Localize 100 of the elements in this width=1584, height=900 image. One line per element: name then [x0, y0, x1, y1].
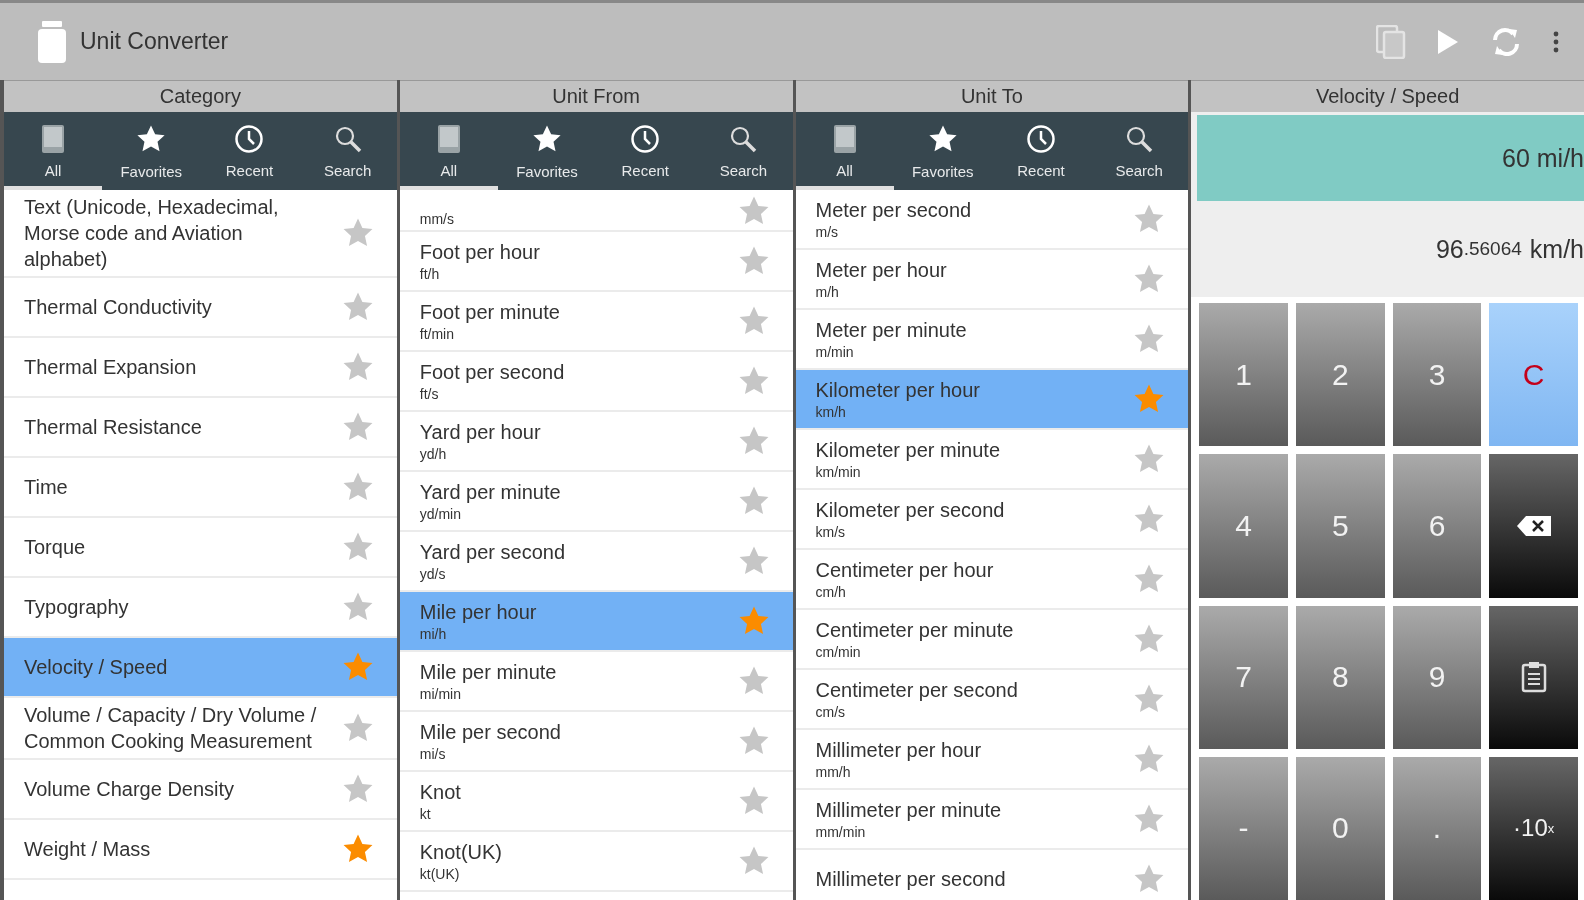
filter-tab[interactable]: Favorites: [893, 112, 992, 190]
unit-symbol: cm/s: [815, 703, 847, 721]
unit-symbol: mi/s: [419, 745, 447, 763]
list-item[interactable]: Knot(UK) kt(UK): [399, 832, 793, 892]
refresh-icon[interactable]: [1490, 25, 1522, 58]
unit-symbol: cm/h: [815, 583, 847, 601]
list-item[interactable]: Yard per hour yd/h: [399, 412, 793, 472]
unit-symbol: kt(UK): [419, 865, 461, 883]
list-item[interactable]: Meter per hour m/h: [795, 250, 1189, 310]
column-header: Unit From: [399, 80, 793, 112]
list-item[interactable]: Centimeter per minute cm/min: [795, 610, 1189, 670]
unit-symbol: km/h: [815, 403, 847, 421]
item-name: Centimeter per minute: [815, 618, 1015, 643]
filter-tab[interactable]: Search: [298, 112, 397, 190]
list-item[interactable]: Kilometer per hour km/h: [795, 370, 1189, 430]
keypad-key[interactable]: .: [1392, 756, 1482, 900]
item-name: Foot per minute: [419, 300, 561, 325]
filter-tab[interactable]: Search: [694, 112, 793, 190]
item-name: Yard per second: [419, 540, 567, 565]
item-name: Thermal Conductivity: [24, 295, 213, 320]
unit-symbol: km/s: [815, 523, 847, 541]
copy-icon[interactable]: [1376, 24, 1406, 59]
column-header: Unit To: [795, 80, 1189, 112]
filter-tab[interactable]: Recent: [991, 112, 1091, 190]
list-item[interactable]: Velocity / Speed: [4, 638, 397, 698]
list-item[interactable]: Mile per second mi/s: [399, 712, 793, 772]
unit-symbol: mm/s: [419, 210, 455, 228]
list-item[interactable]: Text (Unicode, Hexadecimal, Morse code and Aviation alphabet): [4, 190, 397, 278]
list-item[interactable]: Thermal Resistance: [4, 398, 397, 458]
item-name: Yard per hour: [419, 420, 542, 445]
item-name: Meter per second: [815, 198, 973, 223]
item-name: Knot: [419, 780, 462, 805]
list-item[interactable]: Mile per hour mi/h: [399, 592, 793, 652]
column-header: Velocity / Speed: [1191, 80, 1584, 112]
play-icon[interactable]: [1436, 27, 1460, 56]
filter-tab[interactable]: Recent: [596, 112, 695, 190]
unit-symbol: yd/h: [419, 445, 448, 463]
overflow-menu-icon[interactable]: [1552, 29, 1560, 54]
unit-symbol: mi/min: [419, 685, 462, 703]
list-item[interactable]: Kilometer per minute km/min: [795, 430, 1189, 490]
list-item[interactable]: Yard per minute yd/min: [399, 472, 793, 532]
unit-symbol: m/s: [815, 223, 840, 241]
item-name: Foot per hour: [419, 240, 541, 265]
item-name: Torque: [24, 535, 87, 560]
list-item[interactable]: Millimeter per second: [795, 850, 1189, 900]
filter-tab[interactable]: All: [795, 112, 894, 190]
unit-symbol: yd/s: [419, 565, 447, 583]
item-name: Millimeter per hour: [815, 738, 983, 763]
app-title: Unit Converter: [80, 28, 229, 55]
item-name: Thermal Expansion: [24, 355, 198, 380]
keypad-key[interactable]: 1: [1199, 303, 1288, 447]
backspace-icon: [1515, 514, 1552, 537]
item-name: Mile per minute: [419, 660, 558, 685]
list-item[interactable]: Mile per minute mi/min: [399, 652, 793, 712]
keypad-key[interactable]: ·10$^{x}$: [1489, 756, 1578, 900]
list-item[interactable]: mm/s: [399, 190, 793, 232]
filter-tab[interactable]: Favorites: [102, 112, 201, 190]
item-name: Mile per hour: [419, 600, 538, 625]
list-item[interactable]: Millimeter per hour mm/h: [795, 730, 1189, 790]
list-item[interactable]: Centimeter per hour cm/h: [795, 550, 1189, 610]
unit-symbol: ft/h: [419, 265, 441, 283]
list-item[interactable]: Time: [4, 458, 397, 518]
list-item[interactable]: Meter per second m/s: [795, 190, 1189, 250]
list-item[interactable]: Thermal Expansion: [4, 338, 397, 398]
item-name: Kilometer per minute: [815, 438, 1002, 463]
item-name: Weight / Mass: [24, 837, 152, 862]
list-item[interactable]: Kilometer per second km/s: [795, 490, 1189, 550]
filter-tab[interactable]: Search: [1090, 112, 1189, 190]
unit-symbol: kt: [419, 805, 432, 823]
unit-symbol: cm/min: [815, 643, 862, 661]
unit-symbol: ft/s: [419, 385, 440, 403]
list-item[interactable]: Foot per second ft/s: [399, 352, 793, 412]
item-name: Volume Charge Density: [24, 777, 236, 802]
item-name: Kilometer per second: [815, 498, 1006, 523]
filter-tab[interactable]: Favorites: [497, 112, 597, 190]
filter-tab[interactable]: Recent: [200, 112, 299, 190]
clock-icon: [630, 123, 661, 154]
list-item[interactable]: Torque: [4, 518, 397, 578]
item-name: Typography: [24, 595, 130, 620]
list-item[interactable]: Volume / Capacity / Dry Volume / Common Cooking Measurement: [4, 698, 397, 760]
list-item[interactable]: Millimeter per minute mm/min: [795, 790, 1189, 850]
filter-tab[interactable]: All: [4, 112, 103, 190]
jar-icon: [38, 20, 66, 63]
item-name: Volume / Capacity / Dry Volume / Common Cooking Measurement: [24, 703, 318, 754]
book-icon: [832, 123, 857, 154]
list-item[interactable]: Foot per hour ft/h: [399, 232, 793, 292]
paste-key[interactable]: [1489, 605, 1578, 749]
list-item[interactable]: Centimeter per second cm/s: [795, 670, 1189, 730]
list-item[interactable]: Volume Charge Density: [4, 760, 397, 820]
list-item[interactable]: Foot per minute ft/min: [399, 292, 793, 352]
list-item[interactable]: Thermal Conductivity: [4, 278, 397, 338]
item-name: Mile per second: [419, 720, 562, 745]
list-item[interactable]: Weight / Mass: [4, 820, 397, 880]
item-name: Millimeter per minute: [815, 798, 1003, 823]
backspace-key[interactable]: [1489, 454, 1578, 598]
input-value[interactable]: 60 mi/h: [1197, 115, 1584, 201]
list-item[interactable]: Knot kt: [399, 772, 793, 832]
filter-tab[interactable]: All: [399, 112, 498, 190]
clipboard-icon: [1520, 661, 1547, 694]
unit-symbol: m/h: [815, 283, 840, 301]
